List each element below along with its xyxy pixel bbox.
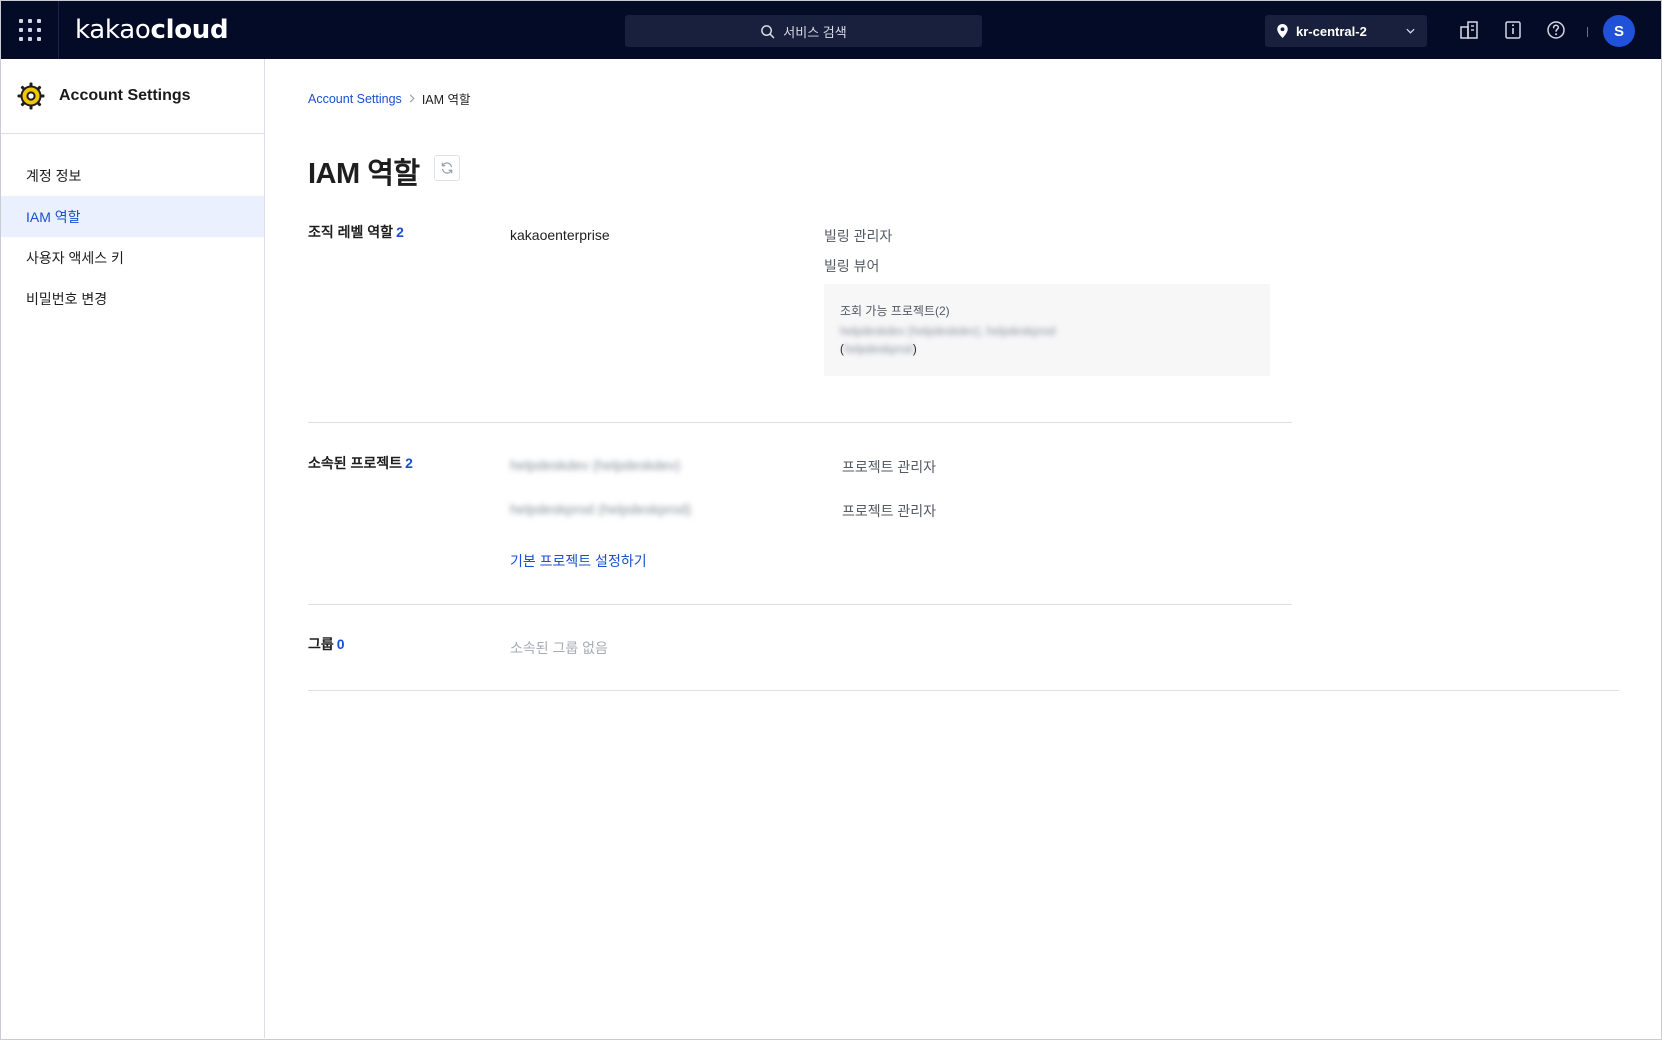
groups-empty-text: 소속된 그룹 없음 [510, 640, 608, 656]
logo-light-text: kakao [75, 15, 151, 45]
sidebar-item-iam-roles[interactable]: IAM 역할 [1, 196, 264, 237]
breadcrumb: Account Settings IAM 역할 [308, 89, 471, 108]
viewable-projects-list-masked: helpdeskdev (helpdeskdev), helpdeskprod [840, 326, 1056, 338]
org-role-item: 빌링 뷰어 [824, 258, 880, 274]
groups-count: 0 [336, 636, 345, 652]
breadcrumb-link-account-settings[interactable]: Account Settings [308, 92, 402, 106]
viewable-project-masked: helpdeskprod [843, 344, 913, 356]
viewable-projects-list-continued: (helpdeskprod) [840, 344, 917, 356]
sidebar-item-account-info[interactable]: 계정 정보 [1, 155, 264, 196]
organization-icon[interactable] [1457, 18, 1481, 42]
section-divider [308, 604, 1292, 605]
org-roles-label: 조직 레벨 역할 2 [308, 222, 404, 242]
refresh-icon [441, 162, 453, 174]
groups-label-text: 그룹 [308, 636, 334, 652]
groups-label: 그룹 0 [308, 634, 345, 654]
breadcrumb-current: IAM 역할 [421, 93, 471, 107]
help-icon[interactable] [1544, 18, 1568, 42]
section-divider [308, 422, 1292, 423]
sidebar-nav: 계정 정보 IAM 역할 사용자 액세스 키 비밀번호 변경 [1, 134, 264, 319]
project-name-masked: helpdeskprod (helpdeskprod) [510, 501, 692, 517]
org-role-item: 빌링 관리자 [824, 228, 893, 244]
page-title: IAM 역할 [308, 158, 420, 190]
sidebar-header: Account Settings [1, 59, 264, 134]
location-pin-icon [1277, 24, 1288, 38]
org-roles-count: 2 [396, 224, 404, 240]
viewable-projects-title: 조회 가능 프로젝트(2) [840, 304, 950, 318]
service-search-input[interactable]: 서비스 검색 [625, 15, 982, 47]
kakaocloud-logo[interactable]: kakaocloud [75, 15, 229, 45]
project-role: 프로젝트 관리자 [842, 459, 937, 475]
logo-bold-text: cloud [150, 15, 229, 45]
region-label: kr-central-2 [1296, 23, 1367, 39]
paren-close: ) [912, 344, 917, 356]
projects-label: 소속된 프로젝트 2 [308, 453, 413, 473]
top-navigation-bar: kakaocloud 서비스 검색 kr-central-2 S [1, 1, 1661, 59]
section-divider [308, 690, 1619, 691]
sidebar-item-change-password[interactable]: 비밀번호 변경 [1, 278, 264, 319]
org-name: kakaoenterprise [510, 227, 610, 243]
projects-count: 2 [405, 455, 413, 471]
search-placeholder: 서비스 검색 [783, 24, 847, 40]
gear-icon [17, 82, 45, 110]
grid-icon [18, 19, 41, 41]
info-document-icon[interactable] [1501, 18, 1525, 42]
project-role: 프로젝트 관리자 [842, 503, 937, 519]
project-name-masked: helpdeskdev (helpdeskdev) [510, 457, 681, 473]
search-icon [761, 24, 775, 38]
sidebar-title: Account Settings [59, 87, 191, 104]
org-roles-label-text: 조직 레벨 역할 [308, 224, 394, 240]
chevron-right-icon [409, 94, 415, 103]
toolbar-divider [1587, 27, 1588, 37]
user-avatar[interactable]: S [1603, 15, 1635, 47]
set-default-project-link[interactable]: 기본 프로젝트 설정하기 [510, 551, 647, 571]
app-launcher-button[interactable] [1, 1, 59, 59]
sidebar-item-access-keys[interactable]: 사용자 액세스 키 [1, 237, 264, 278]
projects-label-text: 소속된 프로젝트 [308, 455, 403, 471]
sidebar: Account Settings 계정 정보 IAM 역할 사용자 액세스 키 … [1, 59, 265, 1038]
refresh-button[interactable] [434, 155, 460, 181]
chevron-down-icon [1406, 28, 1415, 34]
viewable-projects-box: 조회 가능 프로젝트(2) helpdeskdev (helpdeskdev),… [824, 284, 1270, 376]
region-selector[interactable]: kr-central-2 [1265, 15, 1427, 47]
